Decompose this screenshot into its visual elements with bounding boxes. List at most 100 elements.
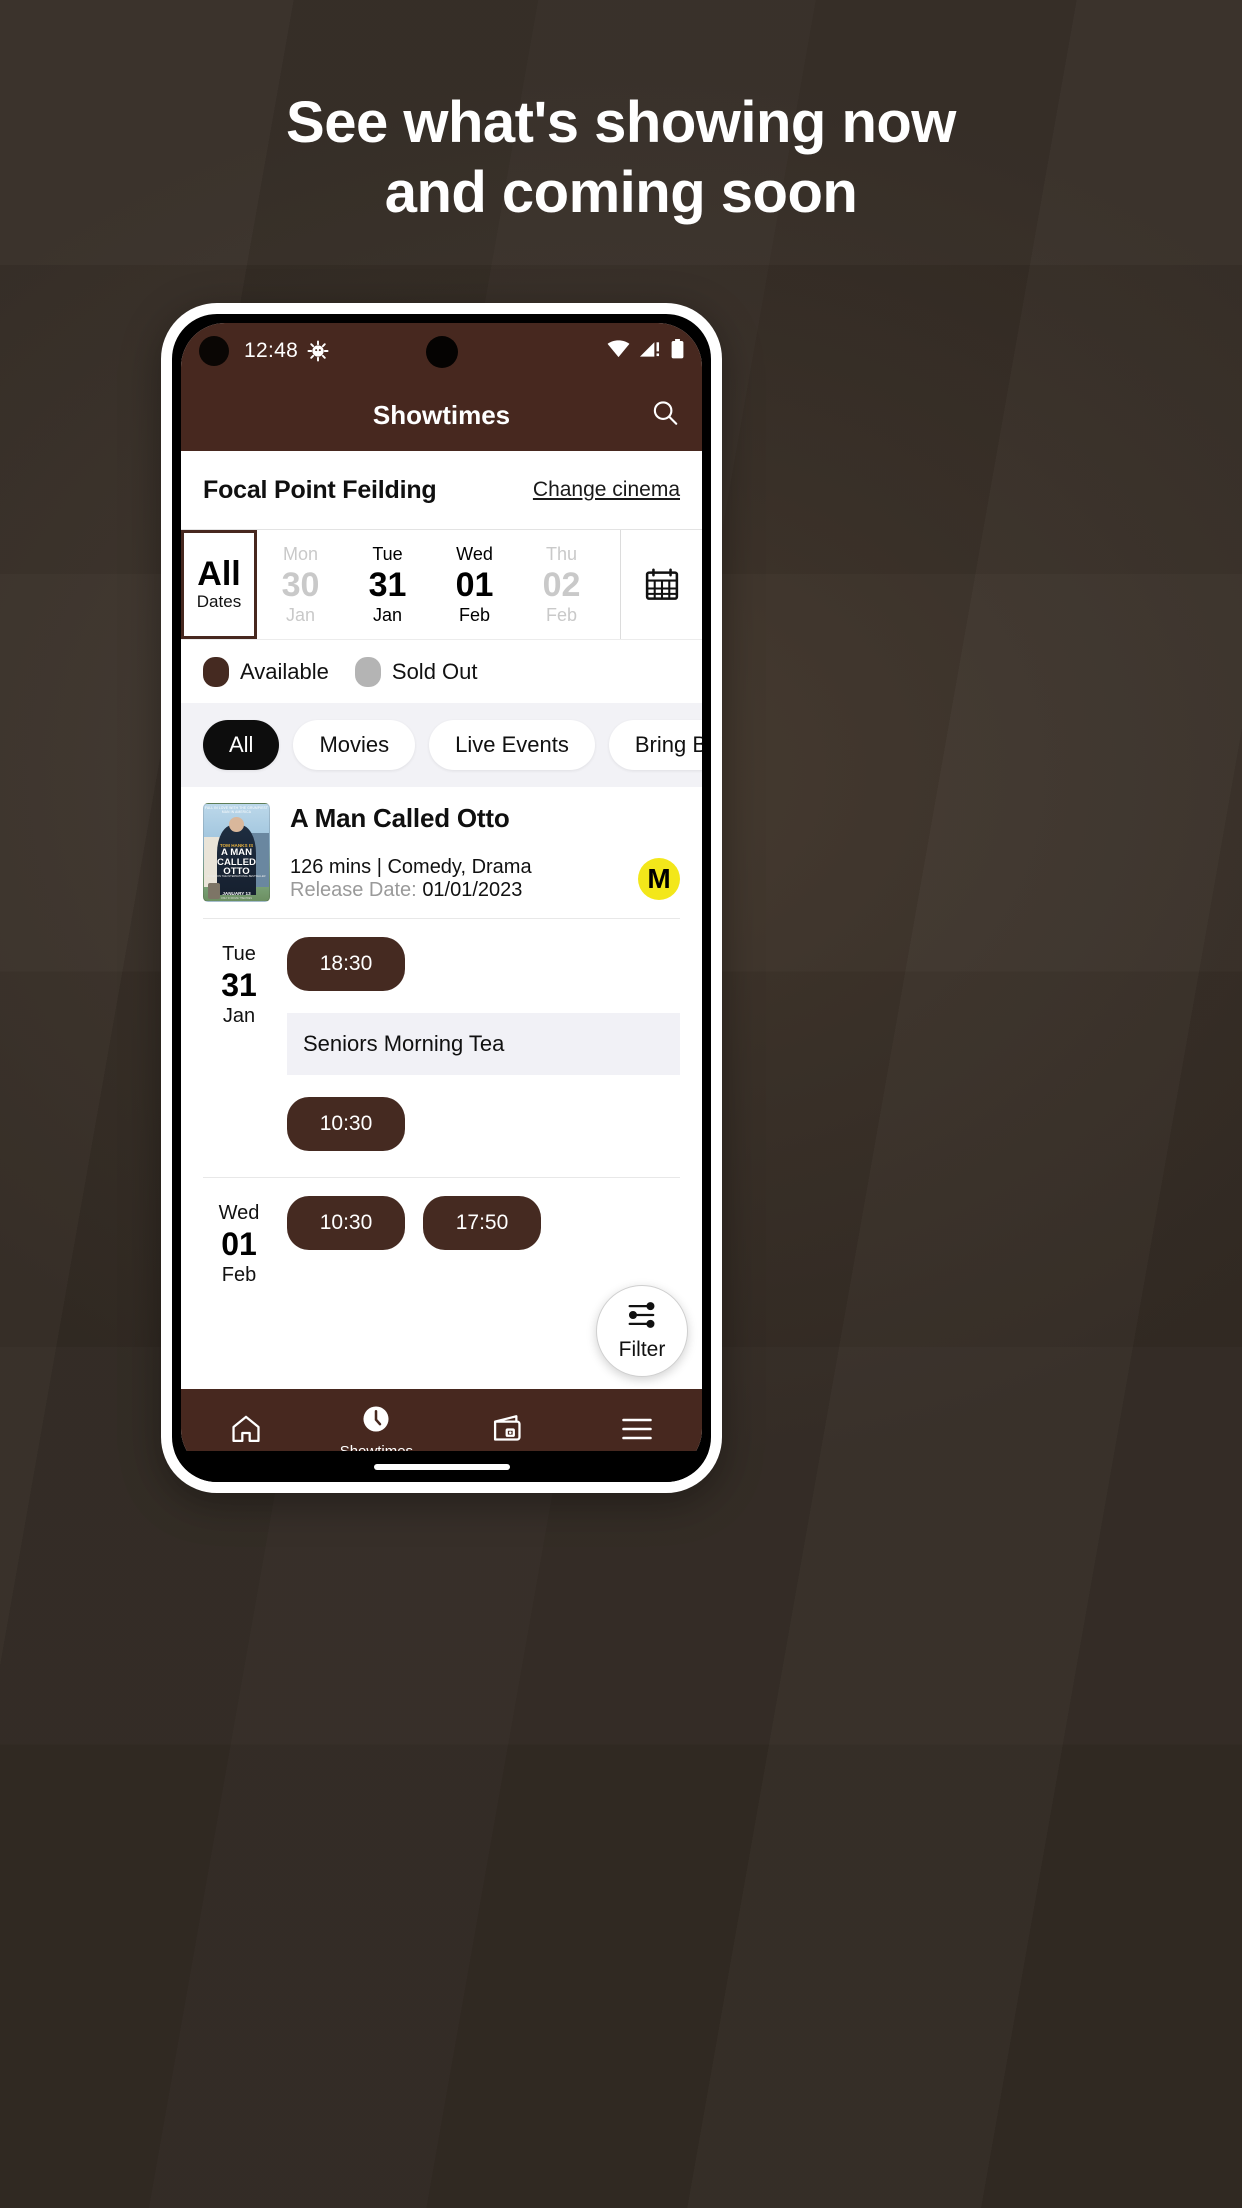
showtime-times-column: 18:30 Seniors Morning Tea 10:30 <box>287 937 680 1151</box>
date-month: Feb <box>545 604 578 625</box>
cinema-name: Focal Point Feilding <box>203 475 437 504</box>
status-bar-icons <box>607 338 684 364</box>
date-dow: Tue <box>372 543 403 564</box>
nav-item-home[interactable] <box>181 1412 311 1451</box>
phone-screen: 12:48 Showtimes Focal Point Feilding Cha… <box>181 323 702 1473</box>
hamburger-menu-icon <box>619 1414 655 1449</box>
date-cell-thu-02[interactable]: Thu 02 Feb <box>518 544 605 626</box>
date-month: Jan <box>285 604 316 625</box>
poster-title: A MAN CALLED OTTO <box>217 846 256 878</box>
sliders-icon <box>625 1300 659 1335</box>
cinema-row: Focal Point Feilding Change cinema <box>181 451 702 529</box>
legend-available: Available <box>203 656 329 687</box>
showtime-pill[interactable]: 18:30 <box>287 937 405 991</box>
nav-item-wallet[interactable] <box>442 1412 572 1451</box>
legend-sold-out: Sold Out <box>354 656 478 687</box>
chip-bring-baby[interactable]: Bring Bab <box>608 720 702 770</box>
movie-title: A Man Called Otto <box>290 803 510 833</box>
date-day: 02 <box>542 565 581 604</box>
bug-icon <box>307 340 329 362</box>
movie-release-label: Release Date: <box>290 879 417 901</box>
nav-item-menu[interactable] <box>572 1414 702 1449</box>
battery-icon <box>671 338 684 364</box>
chip-all[interactable]: All <box>203 720 280 770</box>
date-dow: Wed <box>456 543 493 564</box>
date-day: 01 <box>455 565 494 604</box>
date-day: 30 <box>281 565 320 604</box>
movie-card[interactable]: FALL IN LOVE WITH THE GRUMPIEST MAN IN A… <box>181 787 702 902</box>
date-month: Jan <box>372 604 403 625</box>
camera-punch-hole-left <box>199 336 229 366</box>
calendar-icon[interactable] <box>620 530 702 639</box>
search-icon[interactable] <box>650 398 680 433</box>
date-chip-all-dates[interactable]: All Dates <box>181 530 257 639</box>
chip-movies[interactable]: Movies <box>293 720 416 770</box>
showtime-times-column: 10:30 17:50 <box>287 1196 680 1287</box>
wallet-icon <box>490 1412 524 1451</box>
showtime-day-number: 01 <box>221 1226 257 1262</box>
date-cell-mon-30[interactable]: Mon 30 Jan <box>257 544 344 626</box>
movie-info: A Man Called Otto 126 mins | Comedy, Dra… <box>290 803 680 902</box>
clock-icon <box>360 1403 392 1440</box>
date-day: 31 <box>368 565 407 604</box>
app-bar: Showtimes <box>181 379 702 451</box>
date-month: Feb <box>458 604 491 625</box>
promo-headline-line2: and coming soon <box>384 159 858 225</box>
showtime-pill[interactable]: 10:30 <box>287 1097 405 1151</box>
session-attribute-banner: Seniors Morning Tea <box>287 1013 680 1075</box>
all-dates-subtitle: Dates <box>196 592 242 611</box>
chip-live-events[interactable]: Live Events <box>429 720 595 770</box>
showtime-row: 10:30 17:50 <box>287 1196 680 1250</box>
showtime-month: Feb <box>221 1264 257 1287</box>
home-icon <box>229 1412 263 1451</box>
showtime-dow: Wed <box>218 1202 260 1224</box>
showtime-day-wed-01: Wed 01 Feb 10:30 17:50 <box>181 1178 702 1287</box>
filter-button-label: Filter <box>618 1338 666 1361</box>
cellular-signal-icon <box>639 340 662 363</box>
showtime-dow: Tue <box>222 943 256 965</box>
showtime-month: Jan <box>222 1005 256 1028</box>
date-cell-tue-31[interactable]: Tue 31 Jan <box>344 544 431 626</box>
showtime-day-label: Wed 01 Feb <box>203 1196 275 1287</box>
date-cell-wed-01[interactable]: Wed 01 Feb <box>431 544 518 626</box>
status-bar: 12:48 <box>181 323 702 379</box>
movie-release-date: 01/01/2023 <box>422 879 523 901</box>
all-dates-title: All <box>197 555 241 593</box>
showtime-row: 18:30 <box>287 937 680 991</box>
date-dow: Mon <box>282 543 318 564</box>
showtime-day-tue-31: Tue 31 Jan 18:30 Seniors Morning Tea 10:… <box>181 919 702 1151</box>
gesture-pill[interactable] <box>373 1463 510 1470</box>
wifi-icon <box>607 339 630 363</box>
change-cinema-link[interactable]: Change cinema <box>533 478 680 502</box>
showtime-day-number: 31 <box>221 967 257 1003</box>
status-bar-time: 12:48 <box>244 339 299 362</box>
date-scroll-list[interactable]: Mon 30 Jan Tue 31 Jan Wed 01 Feb Thu 02 <box>257 530 620 639</box>
showtimes-list[interactable]: FALL IN LOVE WITH THE GRUMPIEST MAN IN A… <box>181 787 702 1389</box>
gesture-navigation-bar <box>172 1451 711 1482</box>
phone-frame: 12:48 Showtimes Focal Point Feilding Cha… <box>161 303 722 1493</box>
legend-sold-out-swatch <box>354 656 381 687</box>
promo-headline: See what's showing now and coming soon <box>0 88 1242 227</box>
legend-sold-out-label: Sold Out <box>391 658 478 684</box>
poster-subtitle: BASED ON THE INTERNATIONAL BESTSELLER <box>207 874 266 878</box>
status-badge: M <box>638 858 680 900</box>
date-selector: All Dates Mon 30 Jan Tue 31 Jan Wed 01 F… <box>181 529 702 639</box>
legend-available-swatch <box>203 656 229 687</box>
showtime-pill[interactable]: 10:30 <box>287 1196 405 1250</box>
showtime-day-label: Tue 31 Jan <box>203 937 275 1151</box>
category-filter-chips[interactable]: All Movies Live Events Bring Bab <box>181 703 702 787</box>
showtime-row: 10:30 <box>287 1097 680 1151</box>
filter-button[interactable]: Filter <box>596 1285 688 1377</box>
showtime-pill[interactable]: 17:50 <box>423 1196 541 1250</box>
movie-release: Release Date: 01/01/2023 <box>290 879 680 902</box>
poster-release-banner-sub: ONLY IN MOVIE THEATRES <box>221 897 252 900</box>
date-cell-fri-03[interactable]: Fri 03 Feb <box>605 544 620 626</box>
poster-release-banner: JANUARY 13 <box>222 891 251 896</box>
camera-punch-hole-center <box>425 336 458 368</box>
legend-row: Available Sold Out <box>181 639 702 703</box>
date-dow: Thu <box>545 543 578 564</box>
page-title: Showtimes <box>372 399 511 430</box>
promo-headline-line1: See what's showing now <box>286 90 956 155</box>
movie-poster: FALL IN LOVE WITH THE GRUMPIEST MAN IN A… <box>203 803 270 902</box>
poster-tagline: FALL IN LOVE WITH THE GRUMPIEST MAN IN A… <box>204 806 269 814</box>
